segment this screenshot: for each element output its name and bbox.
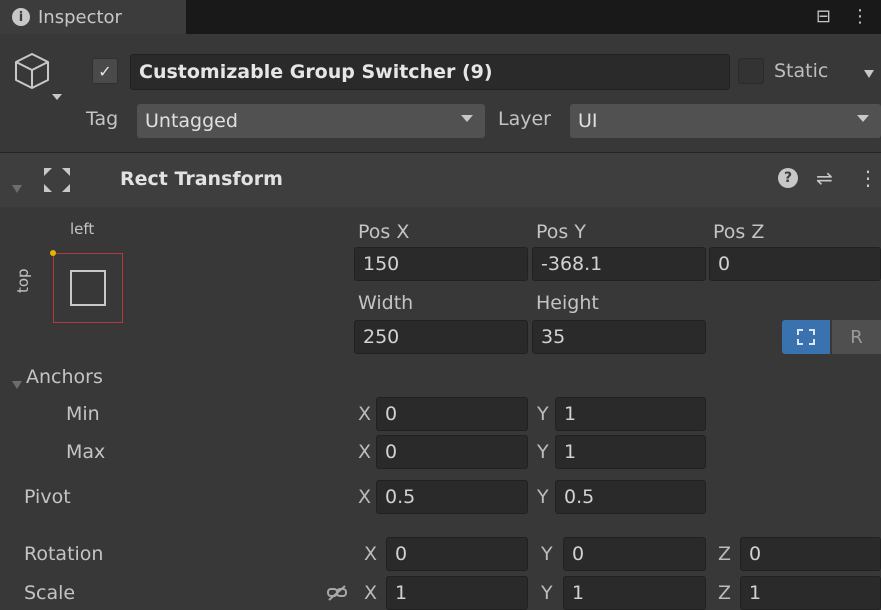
lock-icon[interactable]: ⊟ [816, 6, 831, 27]
tab-inspector[interactable]: i Inspector [0, 0, 186, 34]
anchor-point-icon [50, 250, 56, 256]
object-name-field[interactable]: Customizable Group Switcher (9) [130, 54, 730, 90]
width-label: Width [358, 292, 414, 314]
scale-label: Scale [24, 582, 76, 604]
layer-label: Layer [498, 108, 551, 130]
scale-x-letter: X [364, 582, 378, 604]
info-icon: i [12, 8, 30, 26]
pivot-x-value: 0.5 [385, 486, 416, 508]
tag-label: Tag [86, 108, 119, 130]
width-value: 250 [363, 326, 400, 348]
rect-transform-icon [44, 168, 70, 192]
rotation-x-value: 0 [395, 543, 408, 565]
width-field[interactable]: 250 [354, 320, 528, 354]
static-checkbox[interactable] [738, 58, 764, 84]
scale-x-value: 1 [395, 582, 408, 604]
anchors-max-x-field[interactable]: 0 [376, 435, 528, 469]
raw-edit-label: R [850, 326, 863, 348]
layer-value: UI [578, 110, 598, 132]
rotation-x-field[interactable]: 0 [386, 537, 528, 571]
static-label: Static [774, 60, 829, 82]
anchors-min-label: Min [66, 403, 100, 425]
pivot-y-letter: Y [537, 486, 549, 508]
posx-label: Pos X [358, 221, 410, 243]
anchors-foldout-arrow-icon[interactable] [12, 372, 22, 394]
chevron-down-icon [461, 115, 473, 122]
posx-value: 150 [363, 253, 400, 275]
scale-y-value: 1 [572, 582, 585, 604]
posz-value: 0 [718, 253, 731, 275]
height-field[interactable]: 35 [532, 320, 706, 354]
posx-field[interactable]: 150 [354, 247, 528, 281]
scale-z-value: 1 [749, 582, 762, 604]
pivot-y-field[interactable]: 0.5 [555, 480, 706, 514]
posy-label: Pos Y [536, 221, 586, 243]
scale-z-field[interactable]: 1 [740, 576, 881, 610]
anchors-max-y-letter: Y [537, 441, 549, 463]
posy-value: -368.1 [541, 253, 603, 275]
anchors-min-y-field[interactable]: 1 [555, 397, 706, 431]
help-icon[interactable]: ? [778, 168, 798, 188]
anchors-max-x-letter: X [358, 441, 372, 463]
scale-x-field[interactable]: 1 [386, 576, 528, 610]
chevron-down-icon [857, 115, 869, 122]
blueprint-mode-button[interactable] [782, 320, 830, 354]
rotation-z-letter: Z [718, 543, 732, 565]
anchors-min-x-field[interactable]: 0 [376, 397, 528, 431]
static-dropdown-arrow-icon[interactable] [864, 70, 874, 78]
pivot-label: Pivot [24, 486, 71, 508]
anchors-min-x-value: 0 [385, 403, 398, 425]
scale-y-field[interactable]: 1 [563, 576, 706, 610]
anchors-max-label: Max [66, 441, 106, 463]
checkmark-icon: ✓ [98, 61, 112, 81]
anchors-min-y-value: 1 [564, 403, 577, 425]
raw-edit-button[interactable]: R [832, 320, 881, 354]
rotation-y-letter: Y [541, 543, 553, 565]
pivot-x-field[interactable]: 0.5 [376, 480, 528, 514]
scale-y-letter: Y [541, 582, 553, 604]
scale-z-letter: Z [718, 582, 732, 604]
rotation-y-value: 0 [572, 543, 585, 565]
object-name-text: Customizable Group Switcher (9) [139, 61, 493, 83]
anchors-min-y-letter: Y [537, 403, 549, 425]
tag-value: Untagged [145, 110, 238, 132]
anchors-max-y-value: 1 [564, 441, 577, 463]
anchor-preset-rect-icon [70, 270, 106, 306]
more-menu-icon[interactable]: ⋮ [851, 6, 869, 27]
rotation-x-letter: X [364, 543, 378, 565]
height-value: 35 [541, 326, 566, 348]
active-checkbox[interactable]: ✓ [92, 58, 118, 84]
component-menu-icon[interactable]: ⋮ [858, 166, 878, 190]
tag-dropdown[interactable]: Untagged [137, 104, 485, 138]
anchors-label: Anchors [26, 366, 103, 388]
tab-inspector-label: Inspector [38, 6, 122, 28]
anchors-min-x-letter: X [358, 403, 372, 425]
blueprint-icon [797, 329, 815, 345]
rotation-label: Rotation [24, 543, 104, 565]
preset-icon[interactable]: ⇌ [816, 166, 833, 190]
tab-bar-icons: ⊟ ⋮ [816, 6, 869, 27]
anchor-preset-horizontal-label: left [70, 220, 95, 238]
foldout-arrow-icon[interactable] [12, 176, 22, 198]
gameobject-cube-icon[interactable] [12, 50, 66, 108]
posz-label: Pos Z [713, 221, 765, 243]
anchor-preset-vertical-label: top [14, 268, 32, 293]
rotation-y-field[interactable]: 0 [563, 537, 706, 571]
pivot-y-value: 0.5 [564, 486, 595, 508]
pivot-x-letter: X [358, 486, 372, 508]
anchors-max-x-value: 0 [385, 441, 398, 463]
rotation-z-field[interactable]: 0 [740, 537, 881, 571]
posy-field[interactable]: -368.1 [532, 247, 706, 281]
component-title: Rect Transform [120, 168, 283, 190]
posz-field[interactable]: 0 [709, 247, 881, 281]
rotation-z-value: 0 [749, 543, 762, 565]
layer-dropdown[interactable]: UI [570, 104, 881, 138]
anchors-max-y-field[interactable]: 1 [555, 435, 706, 469]
constrain-proportions-link-icon[interactable] [326, 584, 348, 602]
height-label: Height [536, 292, 599, 314]
